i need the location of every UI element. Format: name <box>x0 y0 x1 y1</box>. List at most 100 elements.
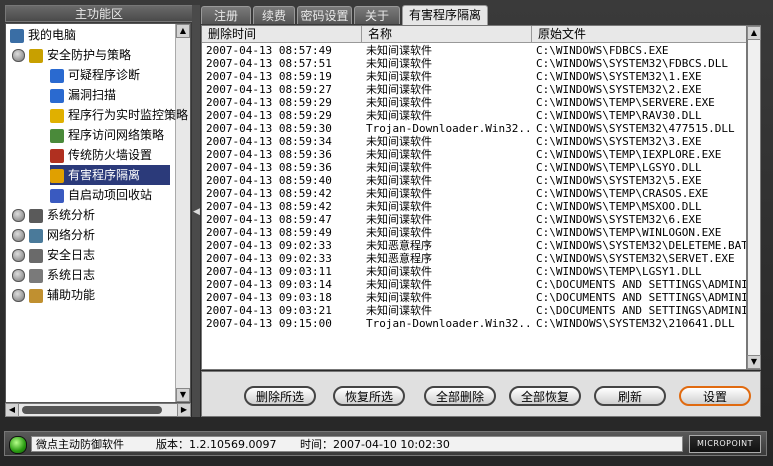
delete-time-cell: 2007-04-13 08:59:49 <box>206 226 332 239</box>
tree-item-network-policy[interactable]: 程序访问网络策略 <box>50 125 164 145</box>
expand-toggle-icon[interactable] <box>12 249 25 262</box>
tree-item-network-analysis[interactable]: 网络分析 <box>12 225 95 245</box>
table-row[interactable]: 2007-04-13 08:59:42 未知间谍软件 C:\WINDOWS\TEMP… <box>202 200 746 213</box>
settings-button[interactable]: 设置 <box>679 386 751 406</box>
table-row[interactable]: 2007-04-13 08:59:40 未知间谍软件 C:\WINDOWS\SYST… <box>202 174 746 187</box>
left-panel-title: 主功能区 <box>5 5 193 22</box>
table-row[interactable]: 2007-04-13 09:03:14 未知间谍软件 C:\DOCUMENTS AN… <box>202 278 746 291</box>
tree-item-realtime-monitor[interactable]: 程序行为实时监控策略 <box>50 105 188 125</box>
delete-time-cell: 2007-04-13 08:59:29 <box>206 96 332 109</box>
computer-icon <box>10 28 24 43</box>
recycle-icon <box>50 188 64 203</box>
table-row[interactable]: 2007-04-13 08:59:47 未知间谍软件 C:\WINDOWS\SYST… <box>202 213 746 226</box>
original-file-cell: C:\WINDOWS\TEMP\CRASOS.EXE <box>536 187 709 200</box>
original-file-cell: C:\WINDOWS\SYSTEM32\477515.DLL <box>536 122 735 135</box>
expand-toggle-icon[interactable] <box>12 269 25 282</box>
column-header[interactable]: 原始文件 <box>532 26 746 42</box>
scroll-up-icon[interactable]: ▲ <box>176 24 190 38</box>
table-scroll-up-icon[interactable]: ▲ <box>747 26 761 40</box>
table-row[interactable]: 2007-04-13 08:59:29 未知间谍软件 C:\WINDOWS\TEMP… <box>202 109 746 122</box>
panel-splitter[interactable]: ◀ <box>192 5 200 417</box>
table-row[interactable]: 2007-04-13 08:57:51 未知间谍软件 C:\WINDOWS\SYST… <box>202 57 746 70</box>
tree-item-label: 网络分析 <box>47 228 96 242</box>
scroll-left-icon[interactable]: ◀ <box>5 403 19 417</box>
delete-time-cell: 2007-04-13 09:15:00 <box>206 317 332 330</box>
delete-time-cell: 2007-04-13 08:57:51 <box>206 57 332 70</box>
original-file-cell: C:\WINDOWS\SYSTEM32\5.EXE <box>536 174 702 187</box>
tab-4[interactable]: 有害程序隔离 <box>402 5 488 25</box>
name-cell: 未知间谍软件 <box>366 135 432 148</box>
table-row[interactable]: 2007-04-13 08:59:29 未知间谍软件 C:\WINDOWS\TEMP… <box>202 96 746 109</box>
tab-3[interactable]: 关于 <box>354 6 400 24</box>
action-button-bar: 删除所选 恢复所选 全部删除 全部恢复 刷新 设置 <box>201 371 761 417</box>
restore-all-button[interactable]: 全部恢复 <box>509 386 581 406</box>
scroll-down-icon[interactable]: ▼ <box>176 388 190 402</box>
name-cell: Trojan-Downloader.Win32... <box>366 122 530 135</box>
table-row[interactable]: 2007-04-13 09:15:00 Trojan-Downloader.Win… <box>202 317 746 330</box>
table-row[interactable]: 2007-04-13 09:03:21 未知间谍软件 C:\DOCUMENTS AN… <box>202 304 746 317</box>
tree-item-security-policy[interactable]: 安全防护与策略 <box>12 45 131 65</box>
tab-0[interactable]: 注册 <box>201 6 251 24</box>
table-row[interactable]: 2007-04-13 08:57:49 未知间谍软件 C:\WINDOWS\FDBC… <box>202 44 746 57</box>
delete-time-cell: 2007-04-13 09:03:14 <box>206 278 332 291</box>
tree-item-my-computer[interactable]: 我的电脑 <box>10 25 76 45</box>
expand-toggle-icon[interactable] <box>12 229 25 242</box>
expand-toggle-icon[interactable] <box>12 209 25 222</box>
log-icon <box>29 248 43 263</box>
collapse-arrow-icon[interactable]: ◀ <box>193 207 200 217</box>
tab-1[interactable]: 续费 <box>253 6 295 24</box>
time-text: 时间：2007-04-10 10:02:30 <box>300 438 450 451</box>
tree-item-suspicious-diagnosis[interactable]: 可疑程序诊断 <box>50 65 140 85</box>
tree-item-firewall[interactable]: 传统防火墙设置 <box>50 145 152 165</box>
table-row[interactable]: 2007-04-13 08:59:30 Trojan-Downloader.Win… <box>202 122 746 135</box>
table-row[interactable]: 2007-04-13 09:03:18 未知间谍软件 C:\DOCUMENTS AN… <box>202 291 746 304</box>
table-row[interactable]: 2007-04-13 08:59:27 未知间谍软件 C:\WINDOWS\SYST… <box>202 83 746 96</box>
table-row[interactable]: 2007-04-13 08:59:34 未知间谍软件 C:\WINDOWS\SYST… <box>202 135 746 148</box>
delete-time-cell: 2007-04-13 09:03:21 <box>206 304 332 317</box>
delete-selected-button[interactable]: 删除所选 <box>244 386 316 406</box>
quarantine-table[interactable]: 删除时间 名称 原始文件 2007-04-13 08:57:49 未知间谍软件 C:\W… <box>201 25 747 370</box>
tree-item-security-log[interactable]: 安全日志 <box>12 245 95 265</box>
tree-horizontal-scrollbar[interactable]: ◀ ▶ <box>5 403 191 417</box>
tab-2[interactable]: 密码设置 <box>297 6 352 24</box>
expand-toggle-icon[interactable] <box>12 49 25 62</box>
name-cell: Trojan-Downloader.Win32... <box>366 317 530 330</box>
table-row[interactable]: 2007-04-13 08:59:19 未知间谍软件 C:\WINDOWS\SYST… <box>202 70 746 83</box>
original-file-cell: C:\WINDOWS\SYSTEM32\SERVET.EXE <box>536 252 735 265</box>
delete-time-cell: 2007-04-13 08:59:47 <box>206 213 332 226</box>
tree-item-label: 有害程序隔离 <box>68 168 141 182</box>
tree-hscroll-thumb[interactable] <box>22 406 162 414</box>
table-header: 删除时间 名称 原始文件 <box>202 26 746 43</box>
table-row[interactable]: 2007-04-13 08:59:36 未知间谍软件 C:\WINDOWS\TEMP… <box>202 161 746 174</box>
column-header[interactable]: 名称 <box>362 26 532 42</box>
firewall-icon <box>50 148 64 163</box>
tree-item-startup-recycle[interactable]: 自启动项回收站 <box>50 185 152 205</box>
function-tree[interactable]: ▲ ▼ 我的电脑 安全防护与策略 可疑程序诊断 漏洞扫描 程序行为实时监控策略 程序访问网… <box>5 23 191 403</box>
original-file-cell: C:\WINDOWS\TEMP\MSXOO.DLL <box>536 200 702 213</box>
original-file-cell: C:\WINDOWS\SYSTEM32\6.EXE <box>536 213 702 226</box>
table-row[interactable]: 2007-04-13 08:59:42 未知间谍软件 C:\WINDOWS\TEMP… <box>202 187 746 200</box>
system-icon <box>29 208 43 223</box>
tree-item-system-analysis[interactable]: 系统分析 <box>12 205 95 225</box>
table-scroll-down-icon[interactable]: ▼ <box>747 355 761 369</box>
table-row[interactable]: 2007-04-13 09:02:33 未知恶意程序 C:\WINDOWS\SYST… <box>202 239 746 252</box>
tree-vertical-scrollbar[interactable]: ▲ ▼ <box>175 24 190 402</box>
tree-item-aux[interactable]: 辅助功能 <box>12 285 95 305</box>
scroll-right-icon[interactable]: ▶ <box>177 403 191 417</box>
column-header[interactable]: 删除时间 <box>202 26 362 42</box>
name-cell: 未知间谍软件 <box>366 148 432 161</box>
name-cell: 未知间谍软件 <box>366 291 432 304</box>
delete-all-button[interactable]: 全部删除 <box>424 386 496 406</box>
restore-selected-button[interactable]: 恢复所选 <box>333 386 405 406</box>
expand-toggle-icon[interactable] <box>12 289 25 302</box>
tree-item-label: 辅助功能 <box>47 288 96 302</box>
refresh-button[interactable]: 刷新 <box>594 386 666 406</box>
table-row[interactable]: 2007-04-13 08:59:36 未知间谍软件 C:\WINDOWS\TEMP… <box>202 148 746 161</box>
table-vertical-scrollbar[interactable]: ▲ ▼ <box>747 25 761 370</box>
tree-item-system-log[interactable]: 系统日志 <box>12 265 95 285</box>
table-row[interactable]: 2007-04-13 09:03:11 未知间谍软件 C:\WINDOWS\TEMP… <box>202 265 746 278</box>
tree-item-vuln-scan[interactable]: 漏洞扫描 <box>50 85 116 105</box>
tree-item-quarantine[interactable]: 有害程序隔离 <box>50 165 170 185</box>
table-row[interactable]: 2007-04-13 08:59:49 未知间谍软件 C:\WINDOWS\TEMP… <box>202 226 746 239</box>
table-row[interactable]: 2007-04-13 09:02:33 未知恶意程序 C:\WINDOWS\SYST… <box>202 252 746 265</box>
